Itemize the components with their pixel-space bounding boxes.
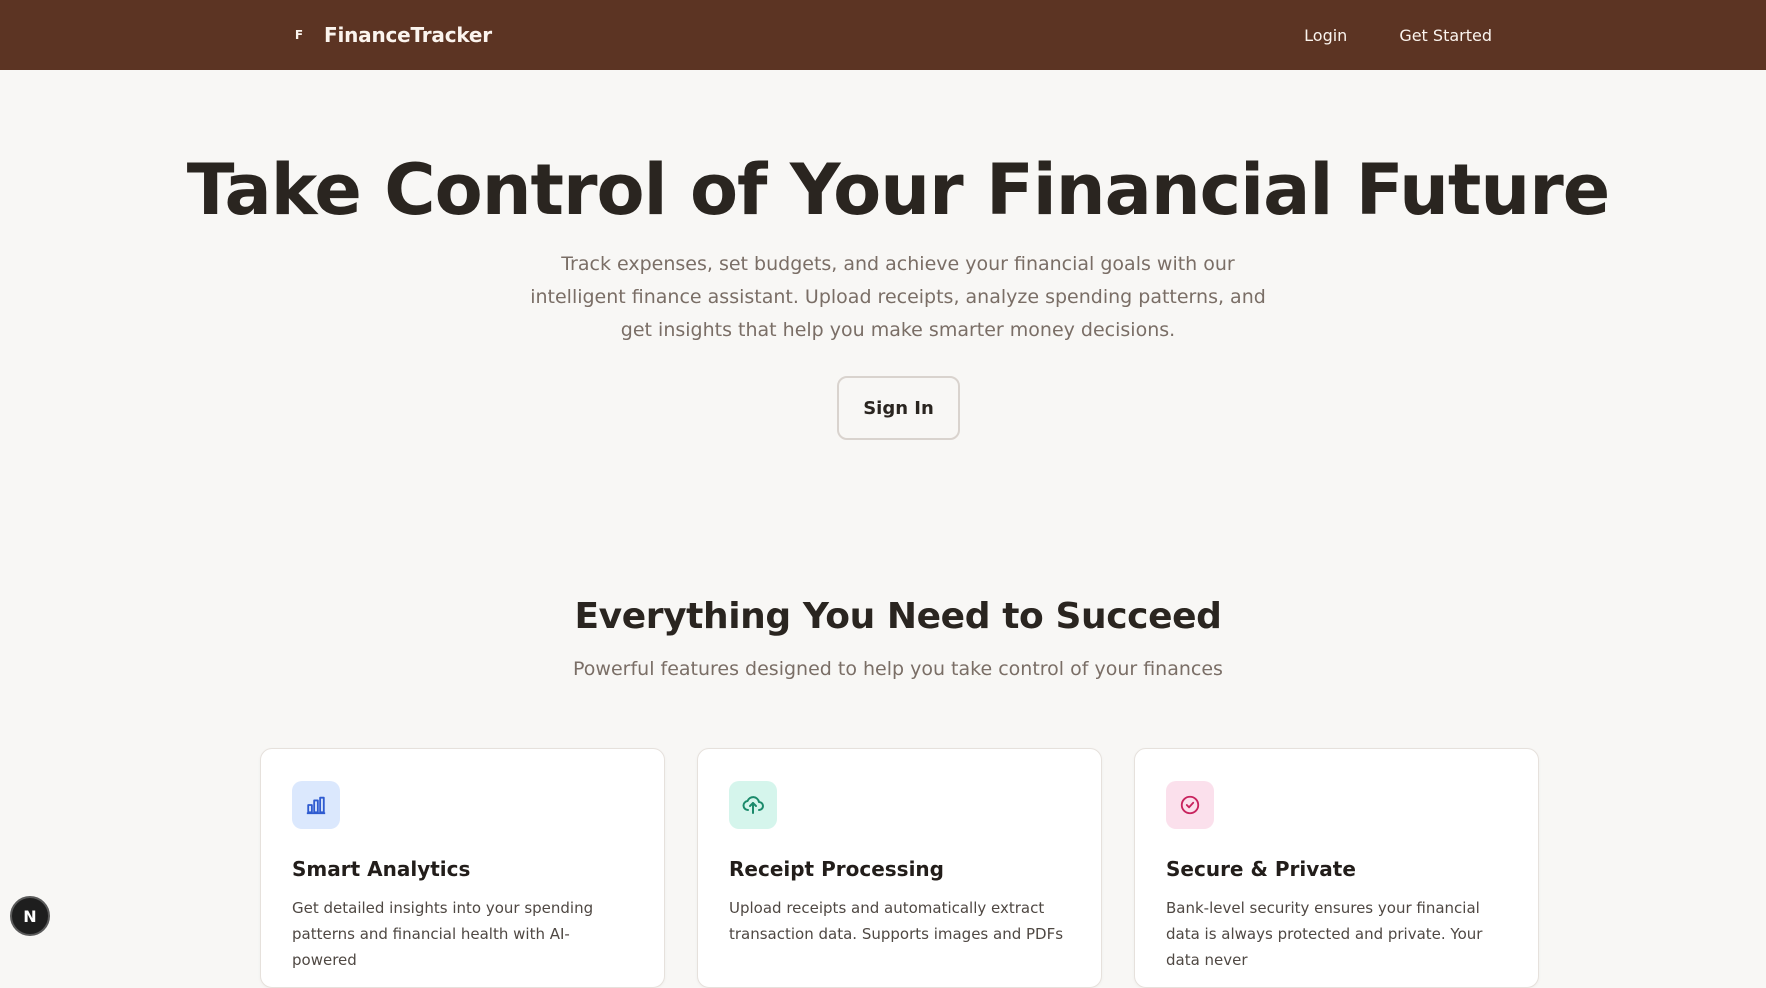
- features-title: Everything You Need to Succeed: [574, 596, 1222, 637]
- sign-in-button[interactable]: Sign In: [837, 376, 960, 440]
- brand-name: FinanceTracker: [324, 23, 492, 47]
- get-started-link[interactable]: Get Started: [1399, 26, 1492, 45]
- feature-description: Upload receipts and automatically extrac…: [729, 899, 1064, 943]
- login-link[interactable]: Login: [1304, 26, 1347, 45]
- cloud-upload-icon: [729, 781, 777, 829]
- feature-description: Bank-level security ensures your financi…: [1166, 899, 1483, 969]
- header-nav: Login Get Started: [1304, 0, 1492, 70]
- feature-card-smart-analytics: Smart Analytics Get detailed insights in…: [260, 748, 665, 988]
- brand-badge: F: [294, 28, 304, 42]
- bar-chart-icon: [292, 781, 340, 829]
- top-navigation-bar: F FinanceTracker Login Get Started: [0, 0, 1766, 70]
- brand-logo[interactable]: F FinanceTracker: [288, 0, 492, 70]
- feature-card-receipt-processing: Receipt Processing Upload receipts and a…: [697, 748, 1102, 988]
- hero-subtitle: Track expenses, set budgets, and achieve…: [530, 253, 1266, 341]
- feature-description: Get detailed insights into your spending…: [292, 899, 594, 969]
- hero-title: Take Control of Your Financial Future: [186, 149, 1610, 231]
- feature-title: Smart Analytics: [292, 857, 471, 881]
- feature-title: Receipt Processing: [729, 857, 944, 881]
- features-subtitle: Powerful features designed to help you t…: [573, 658, 1223, 680]
- check-circle-icon: [1166, 781, 1214, 829]
- feature-card-secure-private: Secure & Private Bank-level security ens…: [1134, 748, 1539, 988]
- feature-title: Secure & Private: [1166, 857, 1356, 881]
- devtools-badge[interactable]: N: [10, 896, 50, 936]
